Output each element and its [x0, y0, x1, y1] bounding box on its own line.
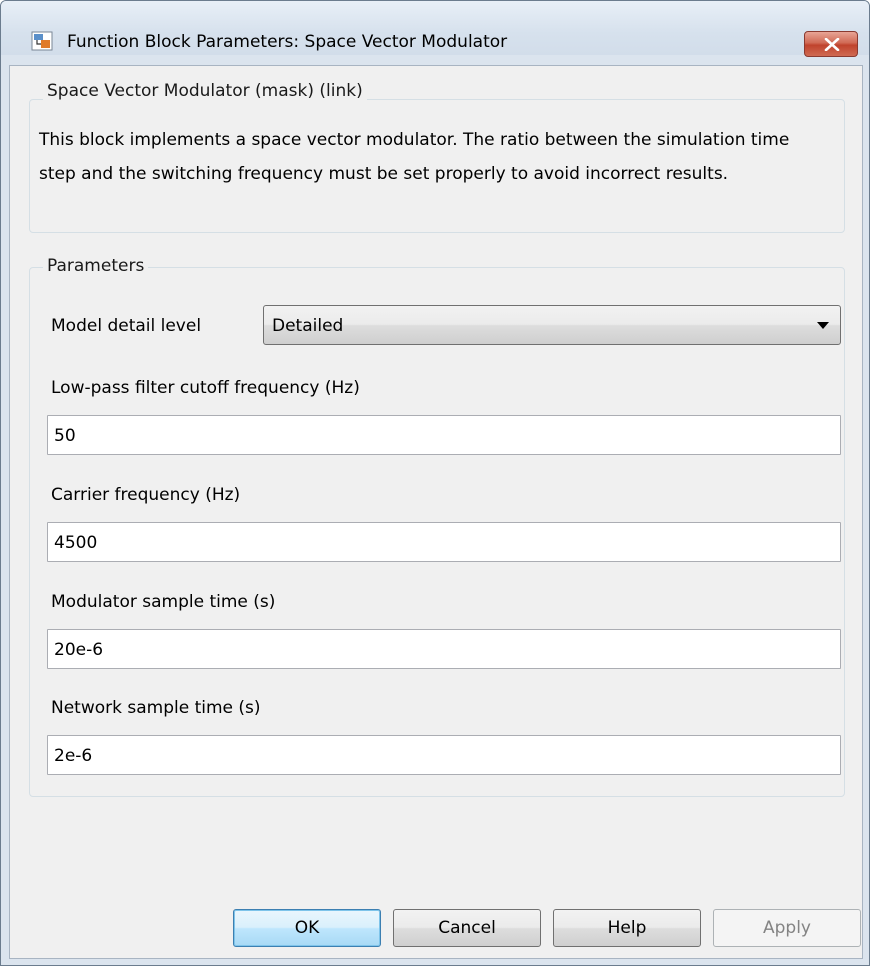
window-title: Function Block Parameters: Space Vector …: [67, 32, 508, 52]
close-button[interactable]: [804, 31, 858, 57]
carrier-frequency-input[interactable]: 4500: [47, 522, 841, 562]
help-button[interactable]: Help: [553, 909, 701, 947]
model-detail-level-label: Model detail level: [51, 316, 202, 336]
network-sample-time-input[interactable]: 2e-6: [47, 735, 841, 775]
chevron-down-icon: [817, 322, 829, 329]
block-description: This block implements a space vector mod…: [39, 130, 790, 184]
lowpass-cutoff-value: 50: [54, 426, 76, 446]
model-detail-level-value: Detailed: [272, 316, 344, 336]
dialog-window: Function Block Parameters: Space Vector …: [0, 0, 870, 966]
modulator-sample-time-label: Modulator sample time (s): [51, 592, 276, 612]
ok-button[interactable]: OK: [233, 909, 381, 947]
description-group-legend: Space Vector Modulator (mask) (link): [43, 81, 367, 101]
network-sample-time-label: Network sample time (s): [51, 698, 261, 718]
carrier-frequency-value: 4500: [54, 533, 98, 553]
apply-button[interactable]: Apply: [713, 909, 861, 947]
modulator-sample-time-input[interactable]: 20e-6: [47, 629, 841, 669]
title-bar[interactable]: Function Block Parameters: Space Vector …: [1, 1, 869, 57]
parameters-group-legend: Parameters: [43, 256, 149, 276]
cancel-button[interactable]: Cancel: [393, 909, 541, 947]
model-detail-level-select[interactable]: Detailed: [263, 305, 841, 345]
modulator-sample-time-value: 20e-6: [54, 640, 104, 660]
close-icon: [824, 38, 840, 51]
lowpass-cutoff-input[interactable]: 50: [47, 415, 841, 455]
simulink-block-icon: [31, 31, 53, 51]
lowpass-cutoff-label: Low-pass filter cutoff frequency (Hz): [51, 378, 360, 398]
network-sample-time-value: 2e-6: [54, 746, 93, 766]
carrier-frequency-label: Carrier frequency (Hz): [51, 485, 241, 505]
